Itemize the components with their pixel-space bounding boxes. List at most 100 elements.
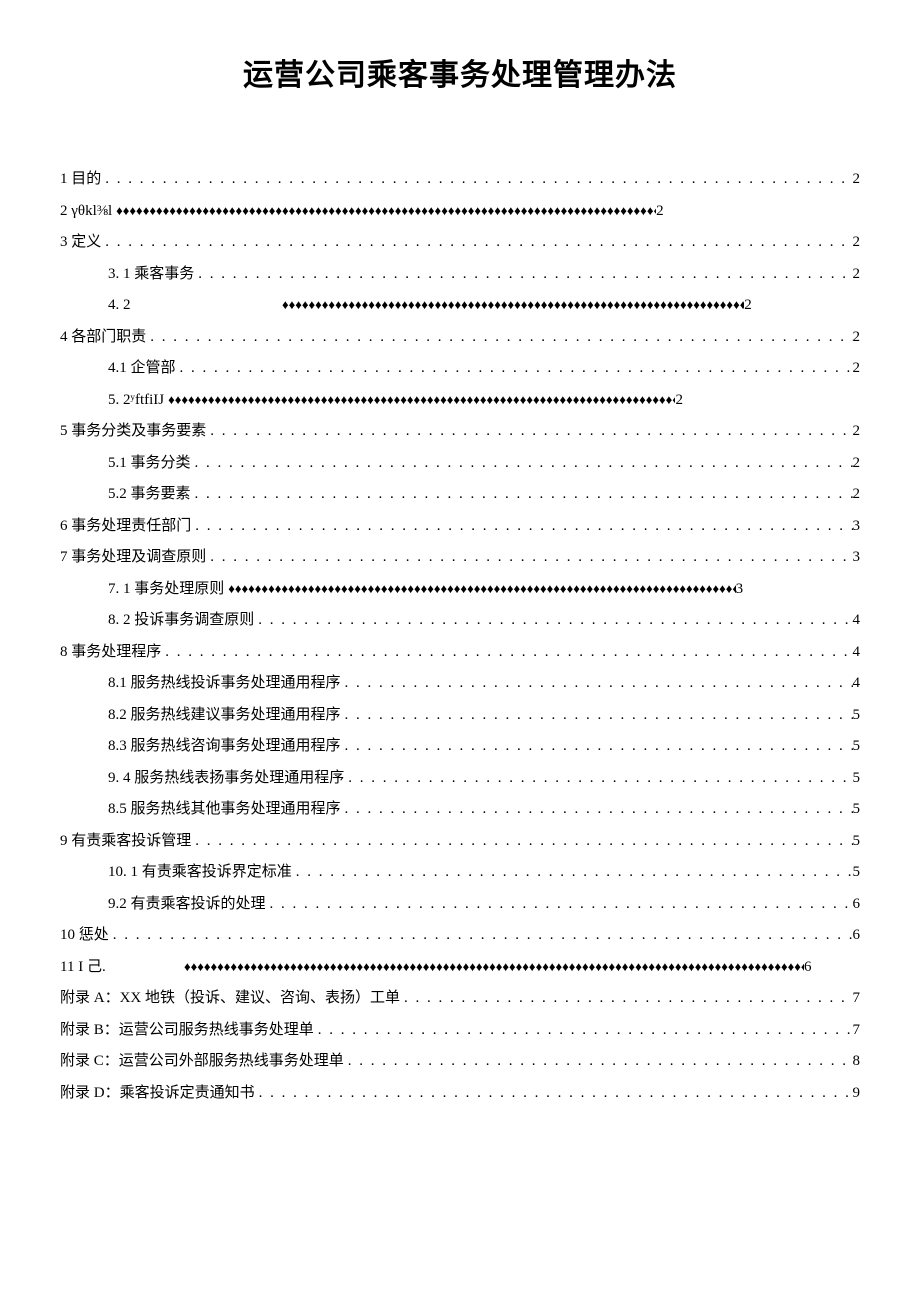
- toc-entry-label: 3 定义: [60, 227, 101, 259]
- toc-leader: [341, 700, 853, 732]
- toc-leader: [224, 575, 735, 602]
- toc-leader: [254, 605, 852, 637]
- toc-entry: 8. 2 投诉事务调查原则 4: [60, 605, 860, 637]
- toc-entry-label: 9 有责乘客投诉管理: [60, 826, 191, 858]
- toc-entry: 3. 1 乘客事务 2: [60, 259, 860, 291]
- toc-entry-label: 4 各部门职责: [60, 322, 146, 354]
- toc-entry: 11 I 己. 6: [60, 952, 860, 984]
- toc-entry-page: 5: [853, 763, 861, 795]
- toc-entry-label: 8.3 服务热线咨询事务处理通用程序: [108, 731, 341, 763]
- toc-entry: 附录 A：XX 地铁（投诉、建议、咨询、表扬）工单 7: [60, 983, 860, 1015]
- toc-entry-label: 5.1 事务分类: [108, 448, 191, 480]
- table-of-contents: 1 目的22 γθkl⅜l23 定义23. 1 乘客事务24. 224 各部门职…: [60, 164, 860, 1109]
- toc-leader: [344, 1046, 853, 1078]
- toc-leader: [400, 983, 853, 1015]
- toc-entry-label: 4. 2: [108, 290, 278, 322]
- toc-entry: 10 惩处 6: [60, 920, 860, 952]
- toc-leader: [161, 637, 852, 669]
- toc-entry: 8.3 服务热线咨询事务处理通用程序 5: [60, 731, 860, 763]
- toc-entry-label: 8.2 服务热线建议事务处理通用程序: [108, 700, 341, 732]
- toc-entry-label: 9. 4 服务热线表扬事务处理通用程序: [108, 763, 344, 795]
- toc-entry-page: 9: [853, 1078, 861, 1110]
- toc-entry: 3 定义2: [60, 227, 860, 259]
- toc-entry: 7 事务处理及调查原则 3: [60, 542, 860, 574]
- toc-entry: 8.5 服务热线其他事务处理通用程序 5: [60, 794, 860, 826]
- toc-leader: [101, 164, 852, 196]
- toc-leader: [341, 668, 853, 700]
- toc-entry: 4 各部门职责 2: [60, 322, 860, 354]
- toc-leader: [101, 227, 852, 259]
- toc-entry: 7. 1 事务处理原则 3: [60, 574, 860, 606]
- toc-entry-page: 2: [853, 164, 861, 196]
- toc-entry-page: 7: [853, 1015, 861, 1047]
- toc-entry-label: 3. 1 乘客事务: [108, 259, 194, 291]
- toc-leader: [314, 1015, 853, 1047]
- toc-entry: 附录 D：乘客投诉定责通知书 9: [60, 1078, 860, 1110]
- toc-entry: 1 目的 2: [60, 164, 860, 196]
- toc-entry-label: 7 事务处理及调查原则: [60, 542, 206, 574]
- toc-entry-page: 2: [853, 259, 861, 291]
- toc-leader: [341, 794, 853, 826]
- toc-entry: 9 有责乘客投诉管理 5: [60, 826, 860, 858]
- toc-entry-label: 10. 1 有责乘客投诉界定标准: [108, 857, 292, 889]
- toc-entry-page: 2: [656, 196, 664, 228]
- toc-entry-label: 2 γθkl⅜l: [60, 196, 112, 228]
- toc-entry: 9. 4 服务热线表扬事务处理通用程序 5: [60, 763, 860, 795]
- toc-entry-label: 附录 A：XX 地铁（投诉、建议、咨询、表扬）工单: [60, 983, 400, 1015]
- toc-entry-page: 2: [853, 416, 861, 448]
- toc-entry-page: 7: [853, 983, 861, 1015]
- toc-entry-page: 3: [853, 542, 861, 574]
- toc-entry: 5 事务分类及事务要素 2: [60, 416, 860, 448]
- toc-entry-label: 8 事务处理程序: [60, 637, 161, 669]
- toc-entry-label: 5. 2ʸftfiIJ: [108, 385, 164, 417]
- toc-entry: 附录 B：运营公司服务热线事务处理单 7: [60, 1015, 860, 1047]
- toc-entry-page: 2: [853, 353, 861, 385]
- toc-entry-page: 3: [736, 574, 744, 606]
- toc-entry-label: 附录 C：运营公司外部服务热线事务处理单: [60, 1046, 344, 1078]
- toc-entry-label: 1 目的: [60, 164, 101, 196]
- toc-leader: [109, 920, 853, 952]
- toc-entry-label: 5 事务分类及事务要素: [60, 416, 206, 448]
- toc-entry-label: 9.2 有责乘客投诉的处理: [108, 889, 266, 921]
- toc-entry-label: 8.5 服务热线其他事务处理通用程序: [108, 794, 341, 826]
- toc-entry: 9.2 有责乘客投诉的处理 6: [60, 889, 860, 921]
- toc-entry: 10. 1 有责乘客投诉界定标准 5: [60, 857, 860, 889]
- toc-leader: [191, 826, 852, 858]
- toc-entry-page: 6: [804, 952, 812, 984]
- toc-entry-label: 附录 B：运营公司服务热线事务处理单: [60, 1015, 314, 1047]
- toc-entry-label: 8.1 服务热线投诉事务处理通用程序: [108, 668, 341, 700]
- toc-leader: [206, 542, 852, 574]
- toc-leader: [206, 416, 852, 448]
- toc-leader: [191, 448, 853, 480]
- toc-entry: 8.2 服务热线建议事务处理通用程序5: [60, 700, 860, 732]
- document-title: 运营公司乘客事务处理管理办法: [60, 50, 860, 94]
- toc-leader: [292, 857, 853, 889]
- toc-leader: [191, 479, 853, 511]
- toc-entry: 5.1 事务分类 2: [60, 448, 860, 480]
- toc-leader: [278, 291, 744, 318]
- toc-leader: [164, 386, 675, 413]
- toc-leader: [341, 731, 853, 763]
- toc-leader: [266, 889, 853, 921]
- toc-leader: [344, 763, 852, 795]
- toc-leader: [176, 353, 853, 385]
- toc-entry-page: 8: [853, 1046, 861, 1078]
- toc-entry-page: 2: [675, 385, 683, 417]
- toc-entry: 8 事务处理程序4: [60, 637, 860, 669]
- toc-entry-label: 10 惩处: [60, 920, 109, 952]
- toc-entry-label: 7. 1 事务处理原则: [108, 574, 224, 606]
- toc-entry-page: 2: [853, 448, 861, 480]
- toc-entry-page: 5: [853, 731, 861, 763]
- toc-entry-page: 2: [853, 479, 861, 511]
- toc-entry-page: 5: [853, 794, 861, 826]
- toc-entry-page: 2: [853, 322, 861, 354]
- toc-entry-page: 5: [853, 857, 861, 889]
- toc-leader: [255, 1078, 853, 1110]
- toc-entry-page: 6: [853, 920, 861, 952]
- toc-leader: [112, 197, 656, 224]
- toc-entry-page: 5: [853, 826, 861, 858]
- toc-entry-page: 6: [853, 889, 861, 921]
- toc-entry-label: 6 事务处理责任部门: [60, 511, 191, 543]
- toc-entry-label: 8. 2 投诉事务调查原则: [108, 605, 254, 637]
- toc-entry-label: 5.2 事务要素: [108, 479, 191, 511]
